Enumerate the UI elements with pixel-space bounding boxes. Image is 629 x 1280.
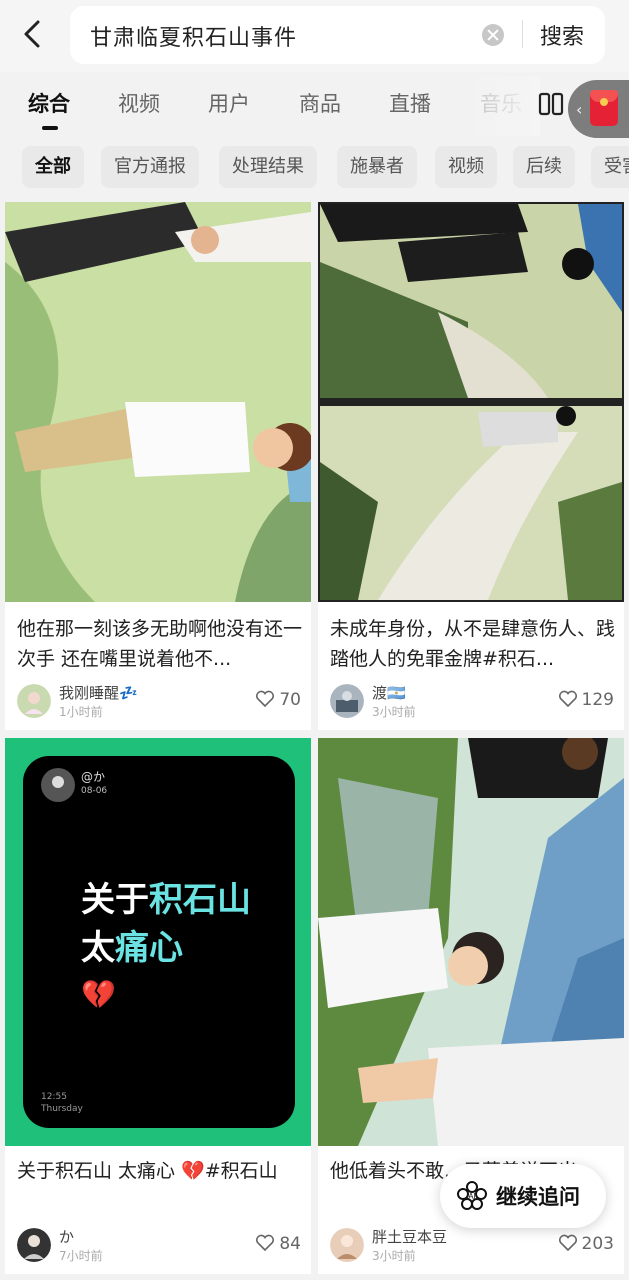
like-count[interactable]: 84 xyxy=(255,1234,301,1254)
card-meta: 我刚睡醒💤 1小时前 70 xyxy=(17,682,307,722)
tab-comprehensive[interactable]: 综合 xyxy=(28,88,70,118)
divider xyxy=(522,20,523,48)
like-count-value: 70 xyxy=(279,690,301,710)
card-title: 未成年身份，从不是肆意伤人、践踏他人的免罪金牌#积石... xyxy=(330,618,616,670)
result-card[interactable]: 他在那一刻该多无助啊他没有还一次手 还在嘴里说着他不... 我刚睡醒💤 1小时前… xyxy=(5,202,311,730)
tabs-fade xyxy=(460,76,540,136)
like-count[interactable]: 129 xyxy=(558,690,614,710)
search-button[interactable]: 搜索 xyxy=(540,19,584,51)
broken-heart-emoji: 💔 xyxy=(81,978,116,1011)
author-name[interactable]: 渡🇦🇷 xyxy=(372,682,406,703)
screen-clock: 12:55 xyxy=(41,1092,67,1102)
chip-official-notice[interactable]: 官方通报 xyxy=(101,146,199,188)
tab-video[interactable]: 视频 xyxy=(118,88,160,118)
author-name[interactable]: 我刚睡醒💤 xyxy=(59,682,138,703)
heart-icon xyxy=(558,690,577,708)
clear-icon[interactable] xyxy=(482,24,504,46)
active-tab-indicator xyxy=(42,126,58,130)
chip-all[interactable]: 全部 xyxy=(22,146,84,188)
screen-avatar xyxy=(41,768,75,802)
post-time: 1小时前 xyxy=(59,705,103,719)
headline-part: 关于 xyxy=(81,880,149,920)
chip-victim[interactable]: 受害 xyxy=(591,146,629,188)
top-bar: 甘肃临夏积石山事件 搜索 xyxy=(0,0,629,72)
headline-part: 太 xyxy=(81,928,115,968)
chip-result[interactable]: 处理结果 xyxy=(219,146,317,188)
svg-text:AI: AI xyxy=(468,1192,476,1201)
heart-icon xyxy=(256,1234,275,1252)
red-packet-icon xyxy=(590,90,618,126)
like-count-value: 84 xyxy=(279,1234,301,1254)
like-count-value: 203 xyxy=(581,1234,614,1254)
tab-products[interactable]: 商品 xyxy=(299,88,341,118)
chip-followup[interactable]: 后续 xyxy=(513,146,575,188)
card-cover-image xyxy=(318,202,624,602)
screen-date: 08-06 xyxy=(81,786,108,796)
card-cover-image xyxy=(5,202,311,602)
red-packet-float[interactable]: ‹ xyxy=(568,80,629,138)
avatar[interactable] xyxy=(330,1228,364,1262)
card-meta: か 7小时前 84 xyxy=(17,1226,307,1266)
screen-headline: 关于积石山 太痛心 xyxy=(81,876,251,972)
screen-day: Thursday xyxy=(41,1104,83,1114)
card-cover-image: @か 08-06 关于积石山 太痛心 💔 12:55 Thursday xyxy=(5,738,311,1146)
post-time: 7小时前 xyxy=(59,1249,103,1263)
like-count-value: 129 xyxy=(581,690,614,710)
continue-ask-button[interactable]: AI 继续追问 xyxy=(440,1164,606,1228)
heart-icon xyxy=(256,690,275,708)
post-time: 3小时前 xyxy=(372,705,416,719)
search-input[interactable]: 甘肃临夏积石山事件 搜索 xyxy=(70,6,605,64)
heart-icon xyxy=(558,1234,577,1252)
result-card[interactable]: @か 08-06 关于积石山 太痛心 💔 12:55 Thursday 关于积石… xyxy=(5,738,311,1274)
ai-flower-icon: AI xyxy=(457,1181,487,1210)
continue-ask-label: 继续追问 xyxy=(496,1185,580,1209)
filter-chips: 全部 官方通报 处理结果 施暴者 视频 后续 受害 xyxy=(0,144,629,192)
author-name[interactable]: か xyxy=(59,1226,74,1247)
card-meta: 胖土豆本豆 3小时前 203 xyxy=(330,1226,620,1266)
headline-highlight: 积石山 xyxy=(149,880,251,920)
chip-video[interactable]: 视频 xyxy=(435,146,497,188)
chip-perpetrator[interactable]: 施暴者 xyxy=(337,146,417,188)
avatar[interactable] xyxy=(17,684,51,718)
post-time: 3小时前 xyxy=(372,1249,416,1263)
phone-screen: @か 08-06 关于积石山 太痛心 💔 12:55 Thursday xyxy=(23,756,295,1128)
screen-handle: @か xyxy=(81,770,106,784)
avatar[interactable] xyxy=(17,1228,51,1262)
avatar[interactable] xyxy=(330,684,364,718)
result-card[interactable]: 未成年身份，从不是肆意伤人、践踏他人的免罪金牌#积石... 渡🇦🇷 3小时前 1… xyxy=(318,202,624,730)
card-title: 关于积石山 太痛心 💔#积石山 xyxy=(17,1160,278,1182)
card-title: 他在那一刻该多无助啊他没有还一次手 还在嘴里说着他不... xyxy=(17,618,303,670)
tab-users[interactable]: 用户 xyxy=(208,88,250,118)
like-count[interactable]: 203 xyxy=(558,1234,614,1254)
author-name[interactable]: 胖土豆本豆 xyxy=(372,1226,447,1247)
like-count[interactable]: 70 xyxy=(255,690,301,710)
result-tabs: 综合 视频 用户 商品 直播 音乐 xyxy=(0,76,629,136)
headline-highlight: 痛心 xyxy=(115,928,183,968)
back-arrow-icon[interactable] xyxy=(18,16,50,52)
card-meta: 渡🇦🇷 3小时前 129 xyxy=(330,682,620,722)
grid-layout-icon[interactable] xyxy=(538,92,564,116)
card-cover-image xyxy=(318,738,624,1146)
search-query[interactable]: 甘肃临夏积石山事件 xyxy=(90,20,297,52)
tab-live[interactable]: 直播 xyxy=(389,88,431,118)
chevron-left-icon: ‹ xyxy=(576,100,583,119)
